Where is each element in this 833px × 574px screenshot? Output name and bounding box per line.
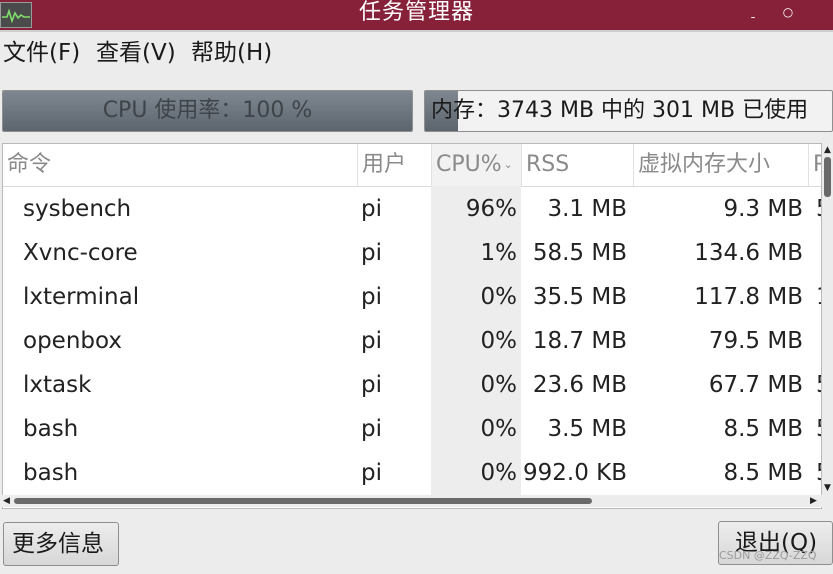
cell-user: pi (361, 416, 382, 442)
column-header-cpu-label: CPU% (436, 152, 502, 177)
cpu-usage-label: CPU 使用率：100 % (102, 98, 313, 123)
title-bar: 任务管理器 ˍ ○ (0, 0, 833, 30)
more-info-button[interactable]: 更多信息 (3, 522, 119, 566)
menu-view[interactable]: 查看(V) (96, 36, 176, 70)
cell-virtual-memory: 8.5 MB (723, 460, 803, 486)
cell-user: pi (361, 240, 382, 266)
vertical-scroll-thumb[interactable] (824, 157, 831, 197)
cell-command: bash (23, 460, 79, 486)
scroll-left-icon[interactable]: ◀ (3, 496, 10, 506)
cell-rss: 992.0 KB (523, 460, 627, 486)
cell-virtual-memory: 8.5 MB (723, 416, 803, 442)
cell-rss: 18.7 MB (532, 328, 627, 354)
cell-rss: 35.5 MB (532, 284, 627, 310)
cell-rss: 58.5 MB (532, 240, 627, 266)
cell-user: pi (361, 284, 382, 310)
cell-user: pi (361, 328, 382, 354)
menu-file[interactable]: 文件(F) (3, 36, 80, 70)
cell-rss: 3.5 MB (547, 416, 627, 442)
cell-cpu: 0% (480, 328, 518, 354)
scroll-up-icon[interactable]: ▲ (824, 145, 831, 155)
cell-virtual-memory: 67.7 MB (708, 372, 803, 398)
vertical-scrollbar[interactable]: ▲ ▼ (822, 143, 833, 497)
column-header-rss[interactable]: RSS (521, 144, 633, 186)
cell-virtual-memory: 79.5 MB (708, 328, 803, 354)
cell-command: Xvnc-core (23, 240, 138, 266)
memory-usage-label: 内存：3743 MB 中的 301 MB 已使用 (431, 98, 809, 123)
table-row[interactable]: bash pi 0% 992.0 KB 8.5 MB 5 (3, 451, 821, 495)
cell-user: pi (361, 196, 382, 222)
column-header-p[interactable]: P (808, 144, 821, 186)
cell-cpu: 0% (480, 284, 518, 310)
cell-user: pi (361, 372, 382, 398)
scroll-down-icon[interactable]: ▼ (824, 483, 831, 493)
sort-descending-icon: ⌄ (503, 158, 513, 171)
cell-cpu: 0% (480, 416, 518, 442)
cell-rss: 3.1 MB (547, 196, 627, 222)
table-row[interactable]: bash pi 0% 3.5 MB 8.5 MB 5 (3, 407, 821, 451)
horizontal-scrollbar[interactable]: ◀ ▶ (2, 495, 822, 507)
table-header: 命令 用户 CPU%⌄ RSS 虚拟内存大小 P (3, 144, 821, 187)
memory-usage-bar: 内存：3743 MB 中的 301 MB 已使用 (424, 90, 833, 132)
cell-virtual-memory: 117.8 MB (694, 284, 803, 310)
scroll-right-icon[interactable]: ▶ (810, 496, 817, 506)
cell-command: sysbench (23, 196, 132, 222)
cell-cpu: 0% (480, 372, 518, 398)
cell-command: lxterminal (23, 284, 140, 310)
cell-command: bash (23, 416, 79, 442)
cell-cpu: 1% (480, 240, 518, 266)
cell-rss: 23.6 MB (532, 372, 627, 398)
cell-virtual-memory: 134.6 MB (694, 240, 803, 266)
cell-virtual-memory: 9.3 MB (723, 196, 803, 222)
cell-user: pi (361, 460, 382, 486)
close-icon[interactable]: ○ (779, 4, 797, 22)
cell-command: openbox (23, 328, 122, 354)
column-header-cpu[interactable]: CPU% ⌄ (431, 144, 521, 186)
cpu-usage-bar: CPU 使用率：100 % (2, 90, 413, 132)
column-header-user[interactable]: 用户 (357, 144, 431, 186)
cell-command: lxtask (23, 372, 92, 398)
table-row[interactable]: lxterminal pi 0% 35.5 MB 117.8 MB 1 (3, 275, 821, 319)
column-header-virtual-memory[interactable]: 虚拟内存大小 (633, 144, 808, 186)
minimize-icon[interactable]: ˍ (744, 4, 762, 22)
cell-cpu: 0% (480, 460, 518, 486)
table-row[interactable]: sysbench pi 96% 3.1 MB 9.3 MB 5 (3, 187, 821, 231)
horizontal-scroll-thumb[interactable] (14, 498, 592, 504)
menu-help[interactable]: 帮助(H) (191, 36, 272, 70)
column-header-command[interactable]: 命令 (3, 144, 357, 186)
process-table: 命令 用户 CPU%⌄ RSS 虚拟内存大小 P sysbench pi 96%… (2, 143, 822, 509)
title-bar-divider (0, 30, 833, 32)
watermark: CSDN @ZZQ-ZZQ (719, 549, 817, 562)
cell-cpu: 96% (465, 196, 517, 222)
window-title: 任务管理器 (358, 0, 474, 25)
table-row[interactable]: openbox pi 0% 18.7 MB 79.5 MB (3, 319, 821, 363)
table-row[interactable]: Xvnc-core pi 1% 58.5 MB 134.6 MB (3, 231, 821, 275)
table-row[interactable]: lxtask pi 0% 23.6 MB 67.7 MB 5 (3, 363, 821, 407)
